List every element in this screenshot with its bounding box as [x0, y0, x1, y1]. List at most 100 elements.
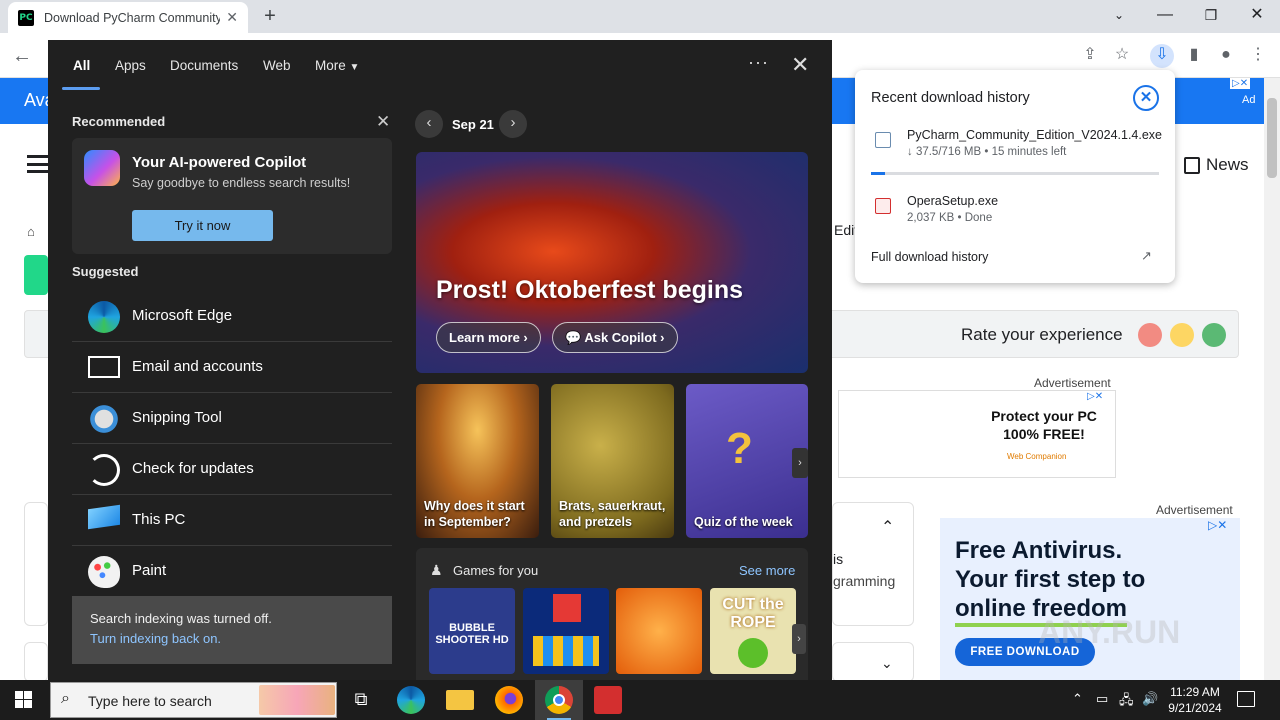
app-this-pc[interactable]: This PC [72, 496, 392, 546]
windows-start-icon[interactable] [15, 691, 32, 708]
tab-apps[interactable]: Apps [115, 58, 146, 73]
browser-tab[interactable]: PC Download PyCharm Community ✕ [8, 2, 248, 33]
ad2-close-icon[interactable]: ▷✕ [1208, 518, 1227, 532]
chrome-taskbar-icon[interactable] [545, 686, 573, 714]
faq-card: is gramming ⌃ [832, 502, 914, 626]
download-icon[interactable]: ⇩ [1150, 44, 1174, 68]
text-fragment-gramming: gramming [833, 573, 896, 589]
back-arrow-icon[interactable]: ← [12, 45, 32, 68]
dismiss-recommended-icon[interactable]: ✕ [376, 112, 390, 132]
ad1-close-icon[interactable]: ▷✕ [1087, 391, 1103, 402]
suggested-label: Suggested [72, 264, 139, 279]
games-next-arrow[interactable]: › [792, 624, 806, 654]
search-placeholder: Type here to search [88, 693, 212, 709]
page-scrollbar[interactable] [1264, 78, 1280, 680]
highlight-date: Sep 21 [452, 117, 494, 132]
task-view-icon[interactable]: ⧉ [347, 686, 375, 714]
tray-chevron-icon[interactable]: ⌃ [1072, 691, 1083, 707]
restore-button[interactable]: ❐ [1196, 4, 1226, 28]
game-bubble-shooter[interactable]: BUBBLE SHOOTER HD [429, 588, 515, 674]
downloads-panel: Recent download history ✕ PyCharm_Commun… [855, 70, 1175, 283]
taskbar-search-box[interactable]: ⌕ Type here to search [50, 682, 337, 718]
game-blocks[interactable] [523, 588, 609, 674]
app-check-updates[interactable]: Check for updates [72, 445, 392, 495]
app-microsoft-edge[interactable]: Microsoft Edge [72, 292, 392, 342]
news-link[interactable]: News [1184, 155, 1249, 175]
ad-web-companion[interactable]: Protect your PC 100% FREE! Web Companion… [838, 390, 1116, 478]
hero-card[interactable]: Prost! Oktoberfest begins Learn more › 💬… [416, 152, 808, 373]
app-paint[interactable]: Paint [72, 547, 392, 597]
download-status: ↓ 37.5/716 MB • 15 minutes left [907, 146, 1067, 158]
see-more-link[interactable]: See more [739, 563, 795, 578]
rate-label: Rate your experience [961, 325, 1123, 344]
faq-card-2[interactable]: ⌄ [832, 642, 914, 682]
edge-taskbar-icon[interactable] [397, 686, 425, 714]
ask-copilot-button[interactable]: 💬 Ask Copilot › [552, 322, 678, 353]
tile-quiz[interactable]: ? Quiz of the week [686, 384, 808, 538]
file-explorer-icon[interactable] [446, 690, 474, 710]
app-email-accounts[interactable]: Email and accounts [72, 343, 392, 393]
volume-icon[interactable]: 🔊 [1142, 691, 1158, 707]
tab-documents[interactable]: Documents [170, 58, 238, 73]
chevron-up-icon[interactable]: ⌃ [881, 517, 894, 537]
close-downloads-button[interactable]: ✕ [1133, 85, 1159, 111]
blocks-graphic [533, 636, 599, 666]
ad-choices-icon[interactable]: ▷✕ [1230, 78, 1251, 89]
app-snipping-tool[interactable]: Snipping Tool [72, 394, 392, 444]
prev-day-button[interactable]: ‹ [415, 110, 443, 138]
tab-more[interactable]: More ▼ [315, 58, 359, 73]
ad-free-antivirus[interactable]: Free Antivirus. Your first step to onlin… [940, 518, 1240, 680]
more-options-icon[interactable]: ··· [748, 52, 769, 73]
tile-brats[interactable]: Brats, sauerkraut, and pretzels [551, 384, 674, 538]
chevron-down-icon[interactable]: ⌄ [881, 655, 893, 672]
profile-icon[interactable]: ● [1214, 44, 1238, 68]
close-window-button[interactable]: ✕ [1242, 4, 1272, 28]
sad-face-icon[interactable] [1138, 323, 1162, 347]
try-it-now-button[interactable]: Try it now [132, 210, 273, 241]
text-fragment-is: is [833, 551, 844, 567]
next-day-button[interactable]: › [499, 110, 527, 138]
new-tab-button[interactable]: + [258, 5, 282, 29]
full-download-history-link[interactable]: Full download history [871, 250, 988, 264]
tab-web[interactable]: Web [263, 58, 291, 73]
taskbar: ⌕ Type here to search ⧉ ⌃ ▭ 🖧 🔊 11:29 AM… [0, 680, 1280, 720]
tab-all[interactable]: All [73, 58, 90, 73]
turn-indexing-on-link[interactable]: Turn indexing back on. [90, 631, 221, 646]
download-progress-bar [871, 172, 1159, 175]
game-stickman[interactable] [616, 588, 702, 674]
neutral-face-icon[interactable] [1170, 323, 1194, 347]
game-cut-the-rope[interactable]: CUT the ROPE [710, 588, 796, 674]
happy-face-icon[interactable] [1202, 323, 1226, 347]
tab-close-icon[interactable]: ✕ [226, 9, 238, 26]
pycharm-logo [24, 255, 48, 295]
system-clock[interactable]: 11:29 AM 9/21/2024 [1165, 684, 1225, 716]
ad1-brand: Web Companion [1007, 452, 1067, 461]
computer-icon [88, 504, 120, 530]
network-icon[interactable]: 🖧 [1119, 691, 1134, 713]
notifications-icon[interactable] [1237, 691, 1255, 707]
learn-more-button[interactable]: Learn more › [436, 322, 541, 353]
indexing-text: Search indexing was turned off. [90, 611, 272, 626]
home-icon[interactable]: ⌂ [27, 224, 35, 239]
side-panel-icon[interactable]: ▮ [1182, 44, 1206, 68]
download-status: 2,037 KB • Done [907, 212, 993, 224]
hamburger-menu-icon[interactable] [27, 155, 49, 173]
minimize-button[interactable]: — [1150, 4, 1180, 28]
downloads-header: Recent download history [871, 90, 1030, 106]
copilot-text: Say goodbye to endless search results! [132, 176, 351, 190]
download-name: PyCharm_Community_Edition_V2024.1.4.exe [907, 128, 1162, 142]
indexing-notice: Search indexing was turned off. Turn ind… [72, 596, 392, 664]
chat-icon: 💬 [565, 330, 582, 345]
bookmark-star-icon[interactable]: ☆ [1110, 44, 1134, 68]
tile-oktoberfest[interactable]: Why does it start in September? [416, 384, 539, 538]
tab-search-icon[interactable]: ⌄ [1104, 4, 1134, 28]
opera-installer-icon[interactable] [594, 686, 622, 714]
firefox-icon[interactable] [495, 686, 523, 714]
battery-icon[interactable]: ▭ [1096, 691, 1108, 707]
share-icon[interactable]: ⇪ [1078, 44, 1102, 68]
menu-dots-icon[interactable]: ⋮ [1246, 44, 1270, 68]
close-search-icon[interactable]: ✕ [791, 52, 809, 78]
tiles-next-arrow[interactable]: › [792, 448, 808, 478]
open-external-icon[interactable]: ↗ [1141, 248, 1152, 264]
hero-title: Prost! Oktoberfest begins [436, 276, 743, 304]
